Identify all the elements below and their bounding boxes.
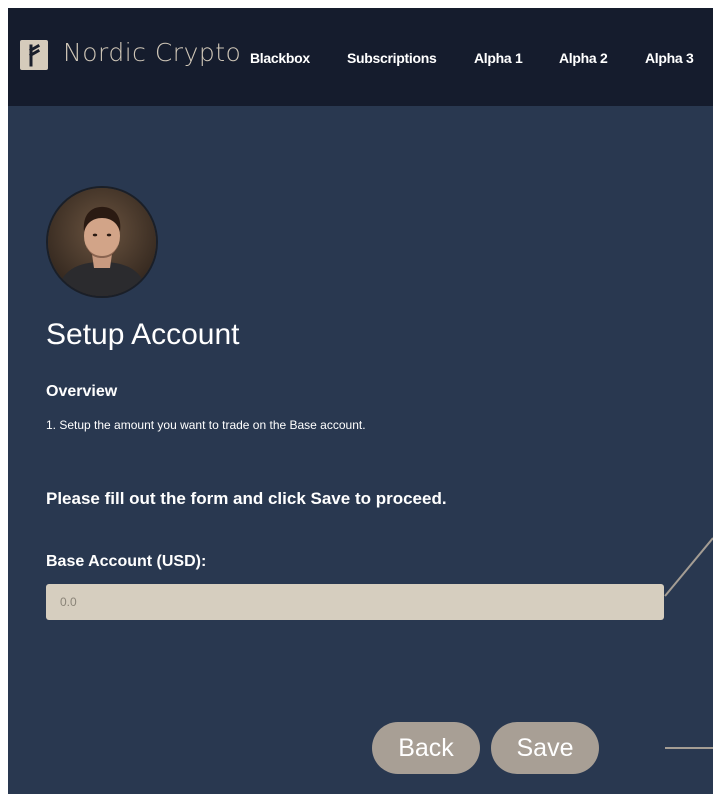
avatar — [46, 186, 158, 298]
top-navbar: Nordic Crypto Blackbox Subscriptions Alp… — [8, 8, 713, 106]
nav-link-alpha-3[interactable]: Alpha 3 — [645, 50, 694, 66]
base-account-input[interactable] — [46, 584, 664, 620]
back-button[interactable]: Back — [372, 722, 480, 774]
nav-link-alpha-2[interactable]: Alpha 2 — [559, 50, 608, 66]
overview-step-text: 1. Setup the amount you want to trade on… — [46, 418, 366, 432]
rune-logo-icon[interactable] — [20, 40, 48, 70]
app-window: Nordic Crypto Blackbox Subscriptions Alp… — [8, 8, 713, 794]
annotation-connector-lines — [664, 537, 713, 749]
save-button[interactable]: Save — [491, 722, 599, 774]
brand-name[interactable]: Nordic Crypto — [63, 38, 241, 67]
base-account-label: Base Account (USD): — [46, 553, 207, 570]
nav-link-blackbox[interactable]: Blackbox — [250, 50, 310, 66]
overview-heading: Overview — [46, 383, 118, 400]
nav-link-alpha-1[interactable]: Alpha 1 — [474, 50, 523, 66]
nav-link-subscriptions[interactable]: Subscriptions — [347, 50, 437, 66]
page-title: Setup Account — [46, 318, 240, 351]
form-instruction: Please fill out the form and click Save … — [46, 489, 447, 508]
